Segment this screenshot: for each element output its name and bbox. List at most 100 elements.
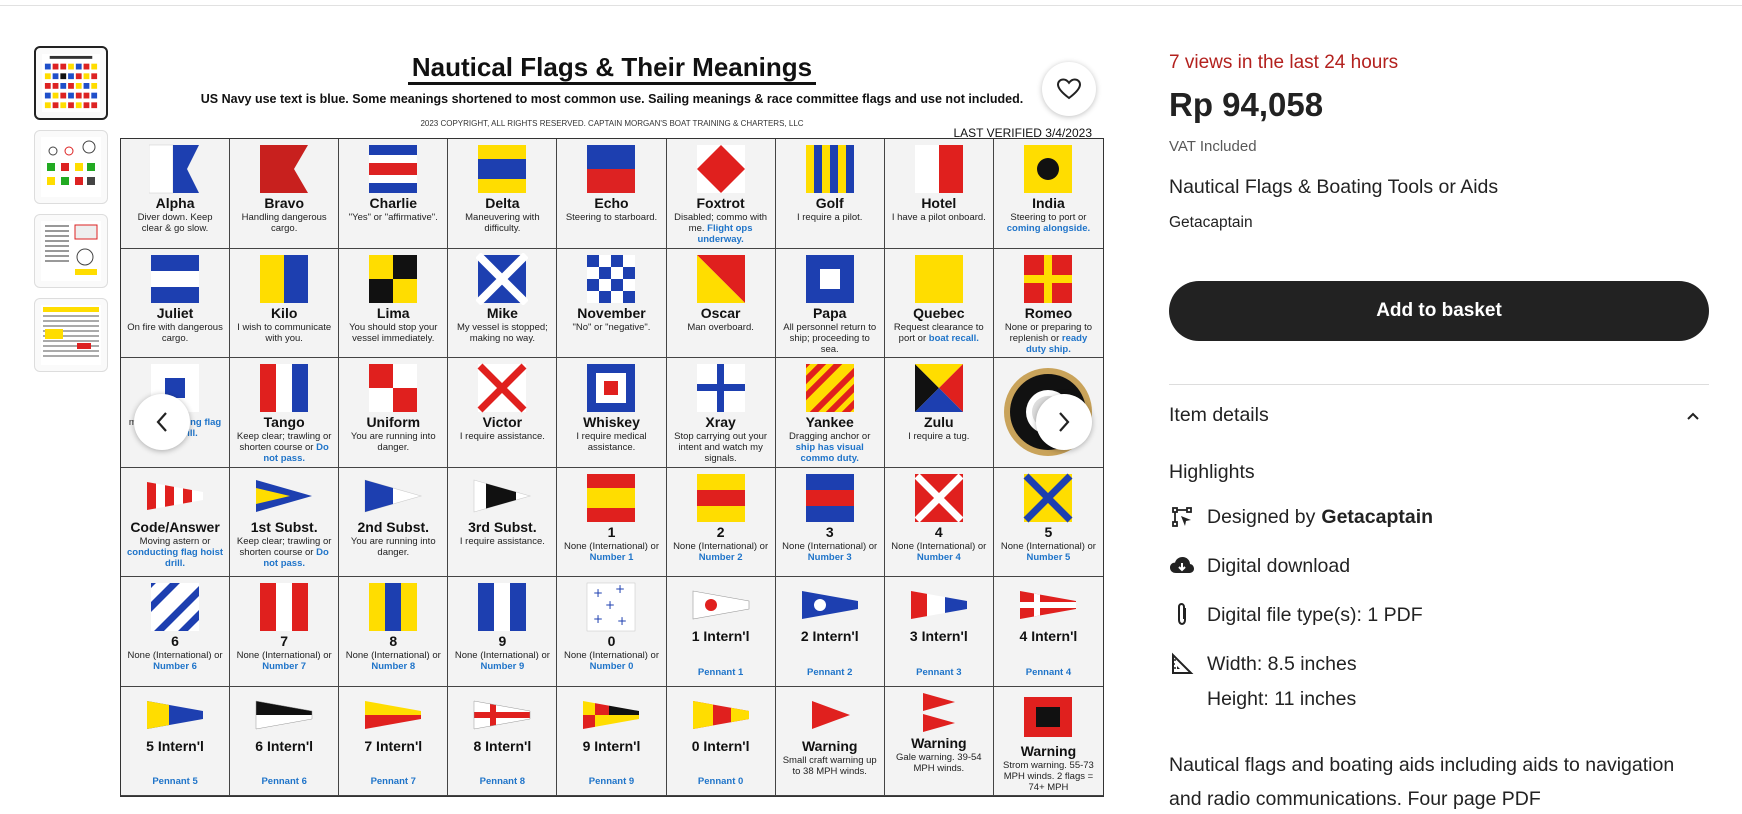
- thumbnail-flags-image: [42, 54, 100, 112]
- flag-desc: I require medical assistance.: [576, 431, 647, 453]
- flag-desc: I have a pilot onboard.: [891, 212, 986, 223]
- flag-desc: None (International) or: [127, 650, 223, 661]
- flag-navy-use: boat recall.: [928, 332, 979, 344]
- highlight-designed-by: Designed by Getacaptain: [1169, 504, 1433, 530]
- heart-icon: [1057, 78, 1081, 100]
- flag-cell-uniform: Uniform You are running into danger.: [339, 358, 449, 468]
- flag-name: 7: [280, 633, 289, 649]
- flag-name: Romeo: [1024, 304, 1073, 321]
- flag-name: 8: [389, 633, 398, 649]
- number-5-flag-icon: [1022, 472, 1074, 524]
- flag-name: 1st Subst.: [250, 518, 318, 535]
- flag-desc: Moving astern or: [139, 535, 211, 547]
- add-to-basket-button[interactable]: Add to basket: [1169, 281, 1709, 341]
- flag-name: Warning: [911, 734, 967, 751]
- flag-name: 6 Intern'l: [255, 737, 314, 754]
- flag-name: Mike: [486, 304, 518, 321]
- poster-title: Nautical Flags & Their Meanings: [407, 52, 817, 85]
- number-1-flag-icon: [585, 472, 637, 524]
- pennant-5-icon: [145, 697, 205, 733]
- item-details-toggle[interactable]: Item details: [1169, 404, 1709, 427]
- flag-name: Alpha: [155, 195, 195, 211]
- flag-name: 5: [1044, 523, 1053, 540]
- flag-desc: Maneuvering with difficulty.: [465, 212, 540, 234]
- flag-cell-pennant-0: 0 Intern'l Pennant 0: [666, 686, 776, 796]
- height-text: Height: 11 inches: [1207, 688, 1357, 710]
- thumbnail-3[interactable]: [34, 214, 108, 288]
- flag-name: India: [1032, 195, 1065, 211]
- flag-cell-echo: Echo Steering to starboard.: [557, 139, 667, 249]
- designer-name-link[interactable]: Getacaptain: [1321, 506, 1433, 529]
- flag-desc: None (International) or: [563, 540, 660, 552]
- flag-desc: Small craft warning up to 38 MPH winds.: [782, 754, 877, 777]
- flag-navy-use: ship has visual commo duty.: [795, 442, 864, 464]
- number-2-flag-icon: [695, 472, 747, 524]
- flag-name: Whiskey: [583, 414, 640, 430]
- designed-by-prefix: Designed by: [1207, 505, 1316, 528]
- pennant-number: Pennant 3: [916, 666, 962, 678]
- oscar-flag-icon: [695, 253, 747, 305]
- number-3-flag-icon: [804, 472, 856, 524]
- small-craft-warning-flag-icon: [800, 697, 860, 733]
- whiskey-flag-icon: [585, 362, 637, 414]
- flag-navy-use: Flight ops underway.: [697, 223, 753, 245]
- svg-text:+: +: [593, 586, 603, 600]
- delta-flag-icon: [476, 143, 528, 195]
- flag-cell-small-craft-warning: Warning Small craft warning up to 38 MPH…: [775, 686, 885, 796]
- flag-name: 9 Intern'l: [582, 737, 641, 754]
- thumbnail-table-image: [41, 305, 101, 365]
- ruler-triangle-icon: [1169, 651, 1195, 677]
- flag-desc: "No" or "negative".: [572, 321, 651, 333]
- flag-name: Quebec: [913, 304, 965, 321]
- favorite-button[interactable]: [1042, 62, 1096, 116]
- thumbnail-1[interactable]: [34, 46, 108, 120]
- svg-text:+: +: [605, 598, 615, 612]
- shop-name-link[interactable]: Getacaptain: [1169, 214, 1253, 232]
- paperclip-icon: [1169, 602, 1195, 628]
- code-answer-pennant-icon: [145, 478, 205, 514]
- next-image-button[interactable]: [1036, 394, 1092, 450]
- flag-desc: Strom warning. 55-73 MPH winds. 2 flags …: [1003, 759, 1094, 793]
- zulu-flag-icon: [913, 362, 965, 414]
- flag-navy-use: Number 7: [262, 661, 307, 672]
- flag-cell-number-8: 8 None (International) or Number 8: [339, 577, 449, 687]
- flag-name: 3 Intern'l: [909, 628, 968, 644]
- pennant-number: Pennant 7: [370, 776, 416, 787]
- flag-cell-papa: Papa All personnel return to ship; proce…: [775, 248, 885, 358]
- flag-cell-golf: Golf I require a pilot.: [775, 139, 885, 249]
- number-0-flag-icon: + + + + +: [585, 581, 637, 633]
- quebec-flag-icon: [913, 253, 965, 305]
- flag-cell-bravo: Bravo Handling dangerous cargo.: [230, 139, 340, 249]
- flag-name: Code/Answer: [130, 518, 220, 535]
- thumbnail-4[interactable]: [34, 298, 108, 372]
- flag-name: Juliet: [156, 304, 194, 321]
- mike-flag-icon: [476, 252, 529, 305]
- flag-cell-gale-warning: Warning Gale warning. 39-54 MPH winds.: [884, 686, 994, 796]
- flag-grid: Alpha Diver down. Keep clear & go slow. …: [120, 138, 1104, 797]
- flag-navy-use: conducting flag hoist drill.: [127, 546, 224, 569]
- charlie-flag-icon: [367, 143, 419, 195]
- flag-desc: None (International) or: [673, 540, 769, 552]
- flag-desc: None (International) or: [563, 650, 660, 661]
- flag-cell-pennant-1: 1 Intern'l Pennant 1: [666, 577, 776, 687]
- flag-name: Golf: [815, 195, 844, 211]
- romeo-flag-icon: [1022, 253, 1074, 305]
- flag-name: Yankee: [805, 414, 854, 430]
- pennant-3-icon: [909, 587, 969, 623]
- price: Rp 94,058: [1169, 86, 1324, 123]
- flag-name: 1: [607, 523, 616, 540]
- flag-cell-oscar: Oscar Man overboard.: [666, 248, 776, 358]
- thumbnail-2[interactable]: [34, 130, 108, 204]
- flag-cell-india: India Steering to port or coming alongsi…: [993, 139, 1103, 249]
- product-title: Nautical Flags & Boating Tools or Aids: [1169, 176, 1499, 198]
- yankee-flag-icon: [804, 362, 856, 414]
- previous-image-button[interactable]: [134, 394, 190, 450]
- flag-name: Oscar: [700, 304, 741, 321]
- flag-desc: You are running into danger.: [350, 535, 436, 558]
- flag-name: Foxtrot: [696, 195, 745, 211]
- flag-name: Tango: [263, 414, 305, 430]
- flag-name: 8 Intern'l: [473, 737, 532, 754]
- flag-name: 4 Intern'l: [1019, 628, 1078, 644]
- flag-name: November: [577, 304, 646, 321]
- storm-warning-flag-icon: [1022, 691, 1074, 743]
